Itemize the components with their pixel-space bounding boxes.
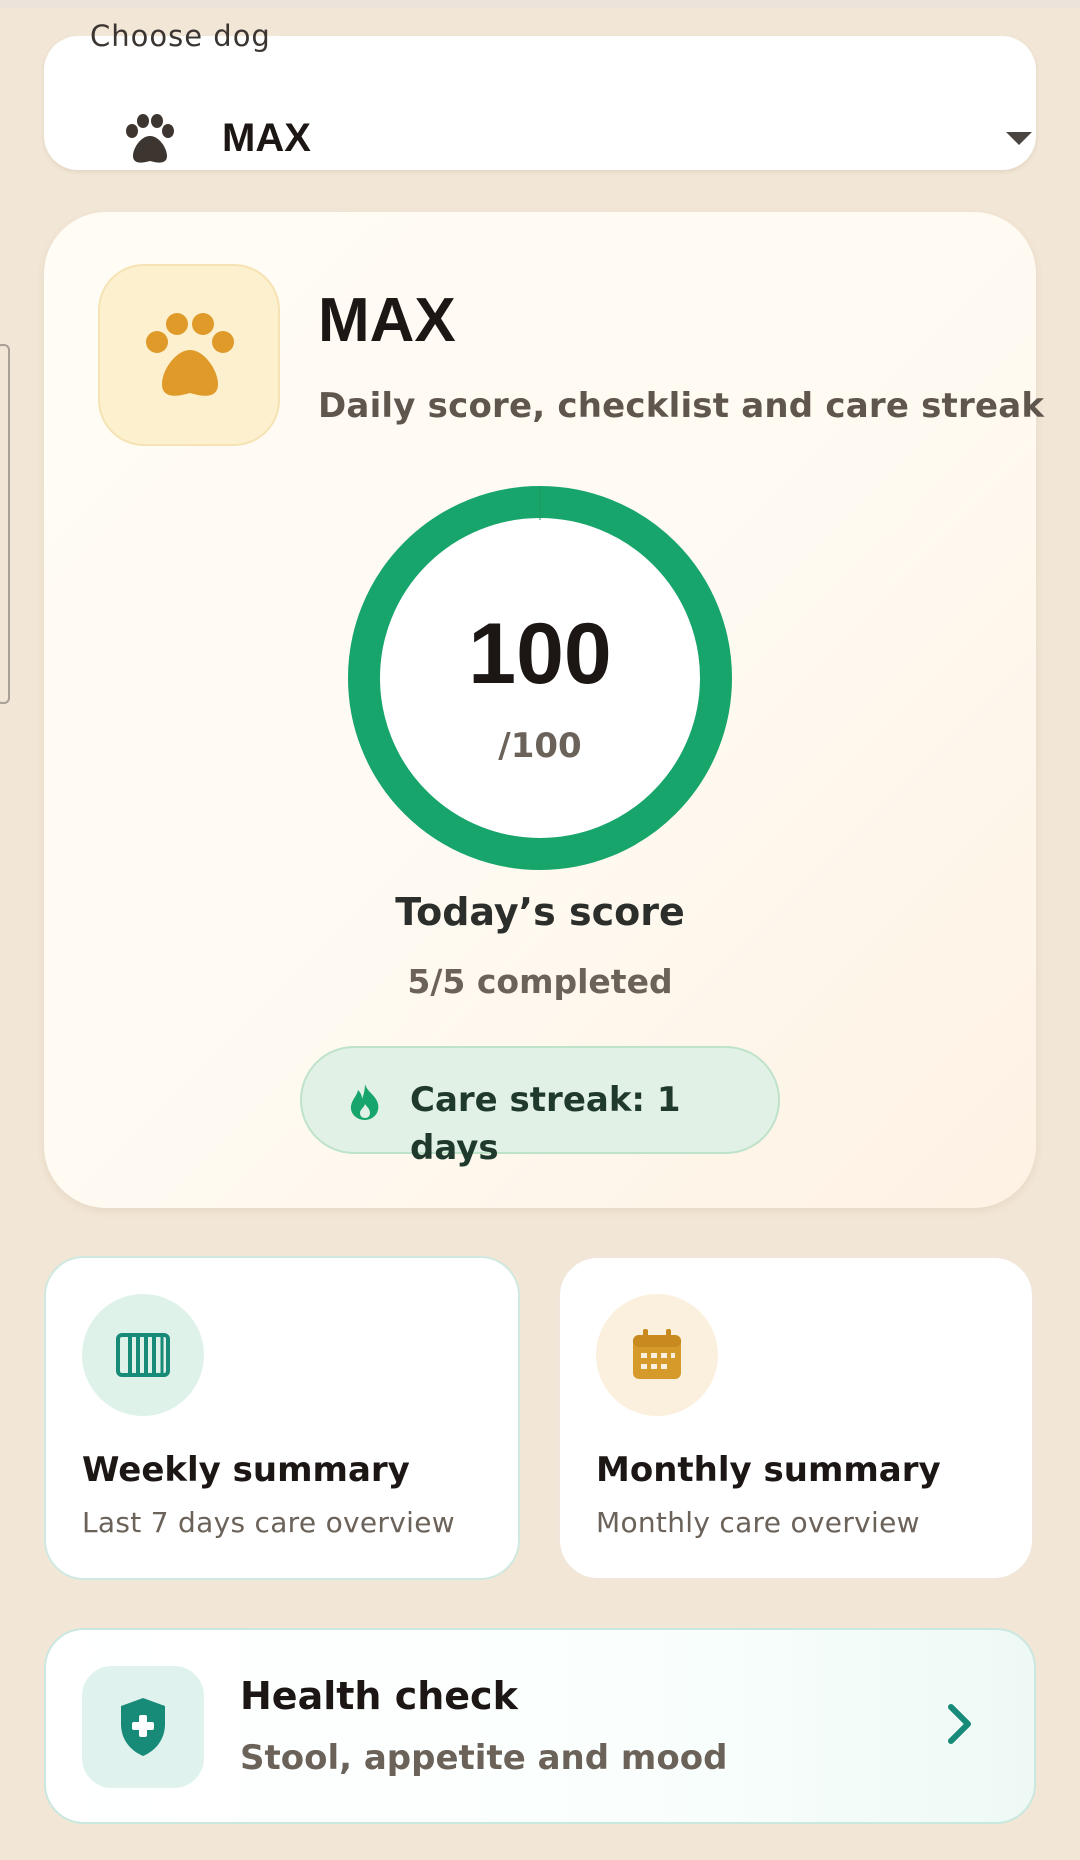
monthly-summary-subtitle: Monthly care overview	[596, 1506, 920, 1539]
weekly-summary-card[interactable]: Weekly summary Last 7 days care overview	[44, 1256, 520, 1580]
chevron-right-icon[interactable]	[944, 1702, 974, 1750]
calendar-month-icon	[596, 1294, 718, 1416]
health-check-card[interactable]: Health check Stool, appetite and mood	[44, 1628, 1036, 1824]
score-value: 100	[468, 606, 612, 702]
dropdown-caret-icon[interactable]	[1006, 132, 1032, 145]
monthly-summary-card[interactable]: Monthly summary Monthly care overview	[558, 1256, 1034, 1580]
weekly-summary-subtitle: Last 7 days care overview	[82, 1506, 455, 1539]
dog-selector-label: Choose dog	[80, 16, 281, 56]
dog-card-subtitle: Daily score, checklist and care streak	[318, 386, 1045, 426]
shield-plus-icon	[82, 1666, 204, 1788]
selected-dog-value: MAX	[222, 116, 311, 160]
calendar-week-icon	[82, 1294, 204, 1416]
health-check-subtitle: Stool, appetite and mood	[240, 1738, 728, 1778]
care-streak-text: Care streak: 1 days	[410, 1080, 681, 1168]
score-title: Today’s score	[395, 890, 685, 934]
care-streak-badge[interactable]: Care streak: 1 days	[300, 1046, 780, 1168]
dog-selector[interactable]: MAX	[44, 36, 1036, 170]
health-check-title: Health check	[240, 1674, 518, 1718]
monthly-summary-title: Monthly summary	[596, 1450, 941, 1490]
dog-name-heading: MAX	[318, 286, 456, 355]
checklist-progress: 5/5 completed	[407, 962, 673, 1001]
top-strip	[0, 0, 1080, 8]
weekly-summary-title: Weekly summary	[82, 1450, 410, 1490]
side-drawer-handle[interactable]	[0, 344, 10, 704]
dog-avatar	[98, 264, 280, 446]
paw-icon	[124, 114, 176, 166]
score-max: /100	[498, 726, 582, 766]
